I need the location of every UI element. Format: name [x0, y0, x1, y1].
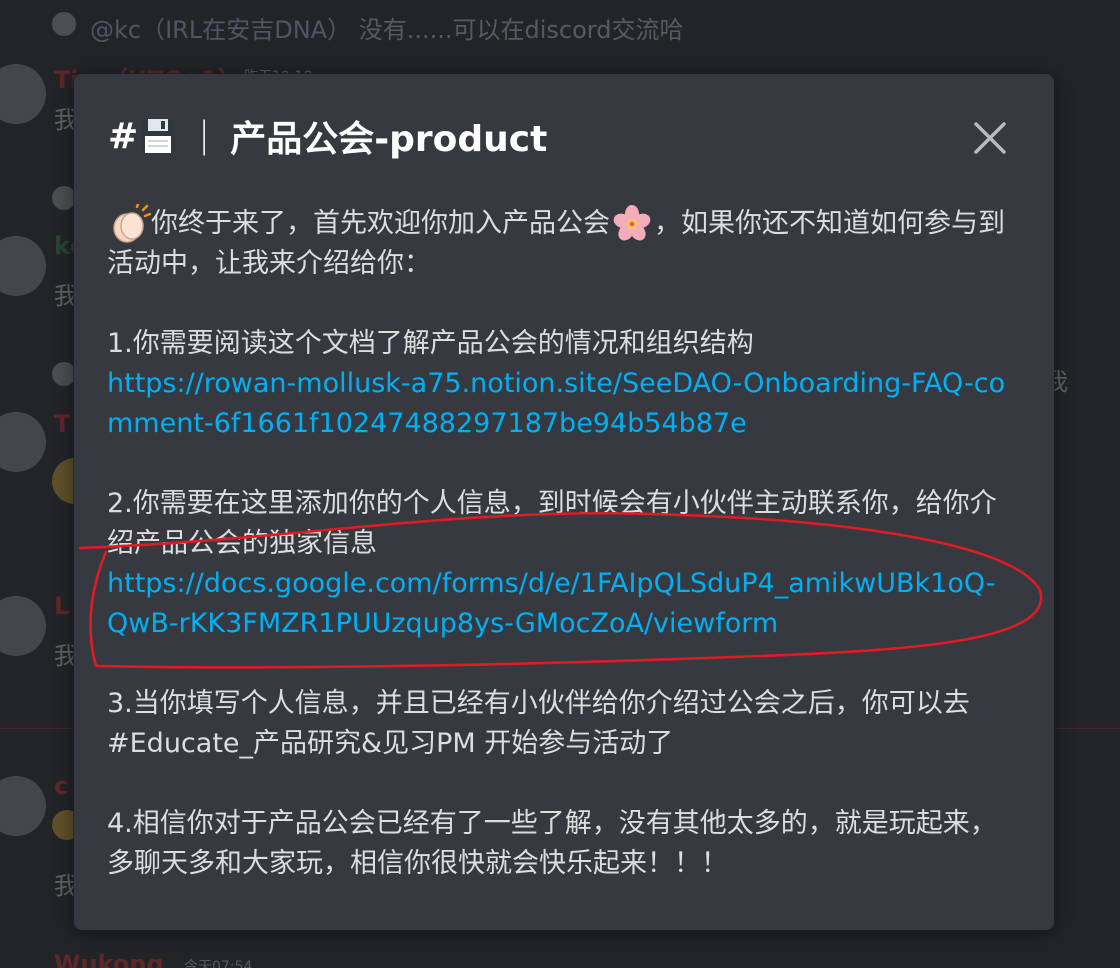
step-2-text: 2.你需要在这里添加你的个人信息，到时候会有小伙伴主动联系你，给你介绍产品公会的… [107, 488, 997, 559]
reply-avatar [52, 186, 76, 210]
message-author[interactable]: T [54, 410, 70, 438]
reply-text: 没有......可以在discord交流哈 [358, 16, 684, 44]
reply-avatar [52, 12, 76, 36]
message-author[interactable]: c [54, 772, 68, 800]
reply-preview[interactable]: @kc（IRL在安吉DNA） 没有......可以在discord交流哈 [90, 10, 683, 45]
modal-title: # ｜ 产品公会-product [108, 110, 547, 162]
message-timestamp: 今天07:54 [184, 959, 253, 968]
channel-name: 产品公会-product [230, 119, 548, 160]
channel-topic: 你终于来了，首先欢迎你加入产品公会 ，如果你还不知道如何参与到活动中，让我来介绍… [107, 204, 1017, 884]
avatar[interactable] [0, 412, 46, 472]
reply-avatar [52, 362, 76, 386]
close-button[interactable] [970, 118, 1010, 158]
message-author[interactable]: Wukong [54, 950, 164, 968]
channel-hash: # [108, 115, 139, 157]
cherry-blossom-icon [613, 205, 651, 241]
avatar[interactable] [0, 236, 46, 296]
reply-mention[interactable]: @kc（IRL在安吉DNA） [90, 16, 351, 44]
avatar[interactable] [0, 596, 46, 656]
step-3-paragraph: 3.当你填写个人信息，并且已经有小伙伴给你介绍过公会之后，你可以去 #Educa… [107, 688, 979, 759]
step-1-text: 1.你需要阅读这个文档了解产品公会的情况和组织结构 [107, 328, 754, 359]
notion-faq-link[interactable]: https://rowan-mollusk-a75.notion.site/Se… [107, 364, 1017, 444]
step-1-paragraph: 1.你需要阅读这个文档了解产品公会的情况和组织结构 https://rowan-m… [107, 324, 1017, 444]
avatar[interactable] [0, 776, 46, 836]
intro-text-start: 你终于来了，首先欢迎你加入产品公会 [151, 208, 610, 239]
floppy-disk-icon [141, 119, 176, 153]
step-4-paragraph: 4.相信你对于产品公会已经有了一些了解，没有其他太多的，就是玩起来，多聊天多和大… [107, 808, 997, 879]
clapping-hands-icon [113, 204, 151, 243]
google-form-link[interactable]: https://docs.google.com/forms/d/e/1FAIpQ… [107, 564, 1017, 644]
title-divider: ｜ [186, 119, 223, 160]
avatar[interactable] [0, 64, 46, 124]
message-author[interactable]: L [54, 592, 69, 620]
intro-paragraph: 你终于来了，首先欢迎你加入产品公会 ，如果你还不知道如何参与到活动中，让我来介绍… [107, 204, 1017, 284]
close-icon[interactable] [970, 118, 1010, 158]
channel-info-modal: # ｜ 产品公会-product 你终于来了，首先欢迎你加入产品公会 ，如果你还… [74, 74, 1054, 930]
step-2-paragraph: 2.你需要在这里添加你的个人信息，到时候会有小伙伴主动联系你，给你介绍产品公会的… [107, 484, 1017, 644]
